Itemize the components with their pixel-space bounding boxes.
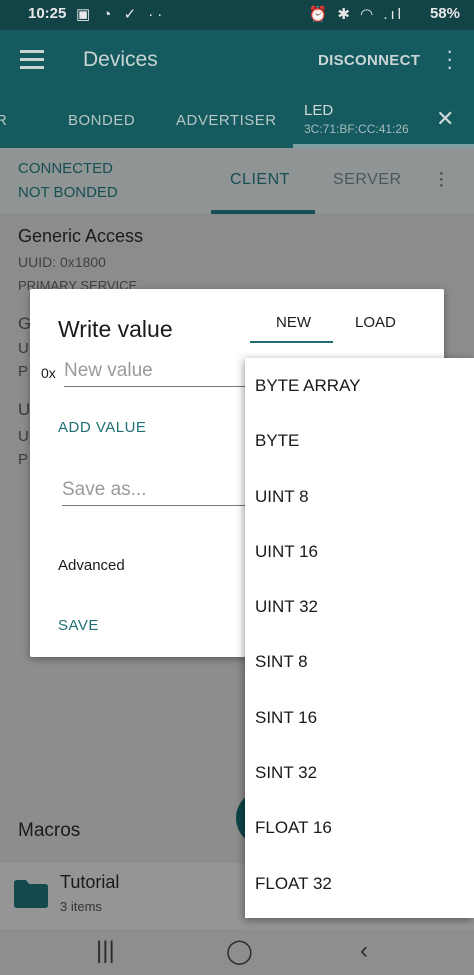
overflow-menu-icon[interactable]: · · · (438, 163, 445, 195)
new-tab-indicator (250, 341, 333, 343)
option-sint8[interactable]: SINT 8 (245, 634, 474, 689)
option-float32[interactable]: FLOAT 32 (245, 856, 474, 911)
service-letter: P (18, 363, 29, 380)
close-icon[interactable]: ✕ (436, 106, 454, 132)
app-bar: Devices DISCONNECT · · · (0, 30, 474, 90)
dialog-title: Write value (58, 316, 173, 342)
battery-percent: 58% (429, 5, 460, 22)
tab-led-mac: 3C:71:BF:CC:41:26 (304, 122, 409, 136)
recents-icon[interactable]: ||| (96, 937, 115, 965)
save-button[interactable]: SAVE (58, 617, 99, 634)
tab-client[interactable]: CLIENT (230, 171, 290, 189)
option-uint32[interactable]: UINT 32 (245, 579, 474, 634)
connection-bar: CONNECTED NOT BONDED CLIENT SERVER · · · (0, 148, 474, 214)
tab-led-name[interactable]: LED (304, 102, 333, 119)
folder-count: 3 items (60, 899, 102, 914)
service-name[interactable]: Generic Access (18, 226, 143, 247)
service-letter: P (18, 451, 29, 468)
disconnect-button[interactable]: DISCONNECT (318, 52, 420, 69)
tab-partial[interactable]: R (0, 112, 7, 129)
menu-icon[interactable] (20, 50, 44, 74)
save-as-input[interactable] (62, 479, 262, 506)
back-icon[interactable]: ‹ (360, 937, 368, 965)
option-sint16[interactable]: SINT 16 (245, 690, 474, 745)
home-icon[interactable]: ◯ (226, 937, 253, 966)
option-uint16[interactable]: UINT 16 (245, 524, 474, 579)
option-sint32[interactable]: SINT 32 (245, 745, 474, 800)
service-uuid: UUID: 0x1800 (18, 254, 106, 270)
add-value-button[interactable]: ADD VALUE (58, 419, 146, 436)
hex-prefix: 0x (41, 365, 56, 381)
overflow-menu-icon[interactable]: · · · (446, 40, 453, 78)
status-bar: 10:25 ▣ ◔ ✓ ·· ⏰ ✱ ◠ .ıl 58% (0, 0, 474, 30)
service-letter: U (18, 340, 29, 357)
advanced-toggle[interactable]: Advanced (58, 557, 125, 574)
service-letter: U (18, 428, 29, 445)
status-time: 10:25 (28, 5, 67, 22)
system-nav-bar: ||| ◯ ‹ (0, 929, 474, 975)
tab-bonded[interactable]: BONDED (68, 112, 135, 129)
app-title: Devices (83, 48, 158, 71)
tab-load[interactable]: LOAD (355, 314, 396, 331)
tab-advertiser[interactable]: ADVERTISER (176, 112, 277, 129)
option-float16[interactable]: FLOAT 16 (245, 800, 474, 855)
device-tabs: R BONDED ADVERTISER LED 3C:71:BF:CC:41:2… (0, 90, 474, 148)
notification-icons: ▣ ◔ ✓ ·· (76, 6, 167, 23)
tab-server[interactable]: SERVER (333, 171, 402, 189)
macros-heading: Macros (18, 820, 81, 841)
option-byte-array[interactable]: BYTE ARRAY (245, 358, 474, 413)
tab-new[interactable]: NEW (276, 314, 311, 331)
system-icons: ⏰ ✱ ◠ .ıl (308, 6, 404, 23)
service-letter: U (18, 400, 31, 419)
bond-status: NOT BONDED (18, 184, 118, 201)
option-uint8[interactable]: UINT 8 (245, 469, 474, 524)
new-value-input[interactable] (64, 360, 264, 387)
folder-name: Tutorial (60, 872, 120, 892)
folder-icon (14, 880, 48, 908)
format-dropdown: BYTE ARRAY BYTE UINT 8 UINT 16 UINT 32 S… (245, 358, 474, 918)
connection-status: CONNECTED (18, 160, 114, 177)
option-byte[interactable]: BYTE (245, 413, 474, 468)
